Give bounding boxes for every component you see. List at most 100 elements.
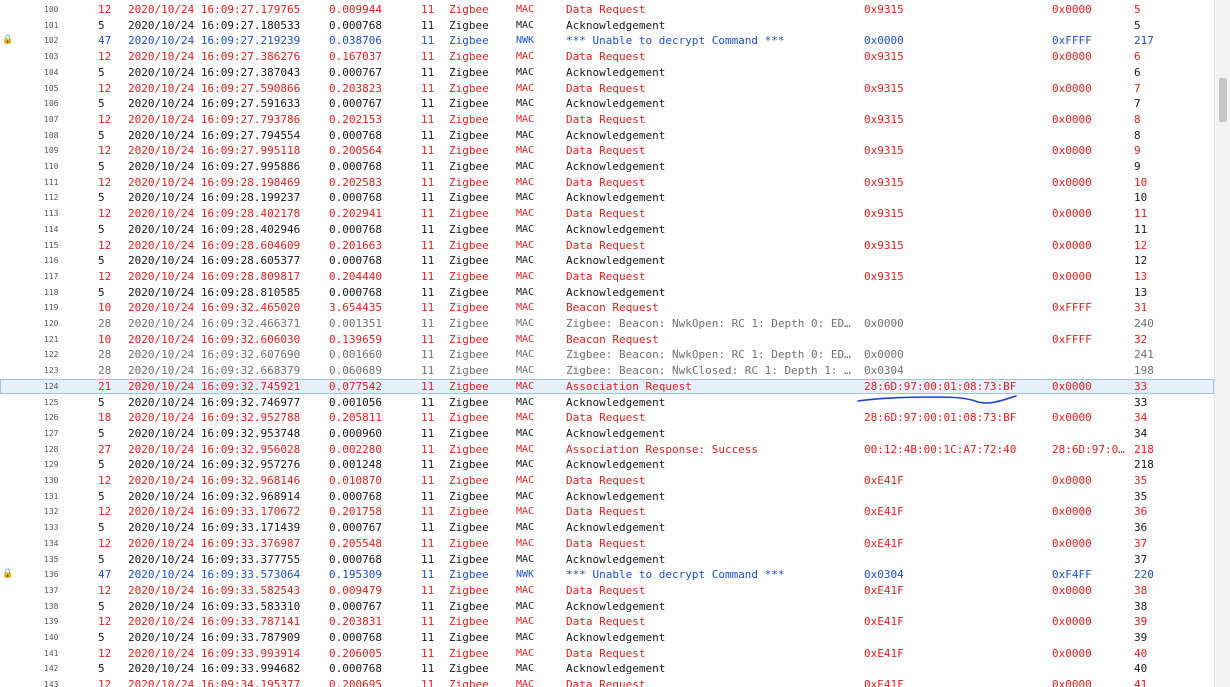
cell-seq: 241 [1134,348,1154,362]
cell-proto: Zigbee [449,458,489,472]
table-row[interactable]: 132 12 2020/10/24 16:09:33.170672 0.201758 1… [0,504,1214,520]
cell-idx: 116 [44,256,59,266]
table-row[interactable]: 103 12 2020/10/24 16:09:27.386276 0.167037 1… [0,49,1214,65]
cell-len: 5 [98,426,105,440]
cell-layer: MAC [516,396,535,408]
table-row[interactable]: 131 5 2020/10/24 16:09:32.968914 0.000768 11… [0,489,1214,505]
table-row[interactable]: 121 10 2020/10/24 16:09:32.606030 0.139659 1… [0,332,1214,348]
cell-idx: 114 [44,224,59,234]
cell-info: Acknowledgement [566,191,666,205]
table-row[interactable]: 137 12 2020/10/24 16:09:33.582543 0.009479 1… [0,583,1214,599]
cell-dst: 0xFFFF [1052,34,1092,48]
cell-src: 0x0000 [864,348,904,362]
cell-len: 5 [98,254,105,268]
table-row[interactable]: 🔒 102 47 2020/10/24 16:09:27.219239 0.038706… [0,33,1214,49]
cell-idx: 138 [44,601,59,611]
cell-time: 2020/10/24 16:09:27.219239 [128,34,301,48]
cell-dst: 0x0000 [1052,269,1092,283]
cell-proto: Zigbee [449,536,489,550]
table-row[interactable]: 108 5 2020/10/24 16:09:27.794554 0.000768 11… [0,128,1214,144]
vertical-scrollbar[interactable] [1214,0,1230,687]
table-row[interactable]: 119 10 2020/10/24 16:09:32.465020 3.654435 1… [0,300,1214,316]
cell-delta: 0.204440 [329,269,382,283]
cell-layer: MAC [516,333,535,345]
table-row[interactable]: 118 5 2020/10/24 16:09:28.810585 0.000768 11… [0,285,1214,301]
table-row[interactable]: 123 28 2020/10/24 16:09:32.668379 0.060689 1… [0,363,1214,379]
cell-info: Acknowledgement [566,521,666,535]
cell-time: 2020/10/24 16:09:27.179765 [128,3,301,16]
table-row[interactable]: 🔒 136 47 2020/10/24 16:09:33.573064 0.195309… [0,567,1214,583]
table-row[interactable]: 109 12 2020/10/24 16:09:27.995118 0.200564 1… [0,143,1214,159]
cell-proto: Zigbee [449,3,489,16]
table-row[interactable]: 125 5 2020/10/24 16:09:32.746977 0.001056 11… [0,395,1214,411]
table-row[interactable]: 129 5 2020/10/24 16:09:32.957276 0.001248 11… [0,457,1214,473]
table-row[interactable]: 116 5 2020/10/24 16:09:28.605377 0.000768 11… [0,253,1214,269]
cell-layer: NWK [516,35,535,47]
cell-seq: 8 [1134,128,1141,142]
table-row[interactable]: 143 12 2020/10/24 16:09:34.195377 0.200695 1… [0,677,1214,687]
table-row[interactable]: 104 5 2020/10/24 16:09:27.387043 0.000767 11… [0,65,1214,81]
cell-time: 2020/10/24 16:09:33.787141 [128,615,301,629]
table-row[interactable]: 141 12 2020/10/24 16:09:33.993914 0.206005 1… [0,646,1214,662]
cell-len: 47 [98,34,112,48]
cell-seq: 12 [1134,254,1148,268]
cell-len: 5 [98,395,105,409]
table-row[interactable]: 105 12 2020/10/24 16:09:27.590866 0.203823 1… [0,81,1214,97]
scrollbar-thumb[interactable] [1219,78,1227,122]
cell-idx: 129 [44,460,59,470]
cell-layer: MAC [516,318,535,329]
cell-info: Acknowledgement [566,489,666,503]
table-row[interactable]: 114 5 2020/10/24 16:09:28.402946 0.000768 11… [0,222,1214,238]
table-row[interactable]: 107 12 2020/10/24 16:09:27.793786 0.202153 1… [0,112,1214,128]
table-row[interactable]: 142 5 2020/10/24 16:09:33.994682 0.000768 11… [0,661,1214,677]
table-row[interactable]: 117 12 2020/10/24 16:09:28.809817 0.204440 1… [0,269,1214,285]
table-row-selected[interactable]: 124 21 2020/10/24 16:09:32.745921 0.077542 1… [0,378,1214,395]
cell-len: 12 [98,678,112,687]
table-row[interactable]: 112 5 2020/10/24 16:09:28.199237 0.000768 11… [0,190,1214,206]
packet-list[interactable]: 100 12 2020/10/24 16:09:27.179765 0.009944 1… [0,0,1214,687]
cell-dst: 0x0000 [1052,81,1092,95]
cell-info: Association Response: Success [566,442,759,456]
table-row[interactable]: 130 12 2020/10/24 16:09:32.968146 0.010870 1… [0,473,1214,489]
table-row[interactable]: 100 12 2020/10/24 16:09:27.179765 0.009944 1… [0,2,1214,18]
cell-len: 5 [98,662,105,676]
table-row[interactable]: 106 5 2020/10/24 16:09:27.591633 0.000767 11… [0,96,1214,112]
cell-time: 2020/10/24 16:09:32.968146 [128,474,301,487]
cell-delta: 0.201663 [329,238,382,252]
cell-proto: Zigbee [449,364,489,378]
cell-len: 18 [98,411,112,425]
cell-time: 2020/10/24 16:09:28.605377 [128,254,301,268]
cell-delta: 0.038706 [329,34,382,48]
cell-idx: 102 [44,36,59,46]
cell-src: 0x9315 [864,50,904,64]
table-row[interactable]: 139 12 2020/10/24 16:09:33.787141 0.203831 1… [0,614,1214,630]
table-row[interactable]: 115 12 2020/10/24 16:09:28.604609 0.201663 1… [0,238,1214,254]
cell-info: Data Request [566,411,646,425]
cell-layer: MAC [516,51,535,63]
cell-time: 2020/10/24 16:09:27.386276 [128,50,301,64]
cell-dst: 0x0000 [1052,646,1092,660]
cell-delta: 0.000768 [329,285,382,299]
table-row[interactable]: 111 12 2020/10/24 16:09:28.198469 0.202583 1… [0,175,1214,191]
table-row[interactable]: 101 5 2020/10/24 16:09:27.180533 0.000768 11… [0,18,1214,34]
cell-delta: 0.202941 [329,207,382,221]
table-row[interactable]: 113 12 2020/10/24 16:09:28.402178 0.202941 1… [0,206,1214,222]
table-row[interactable]: 140 5 2020/10/24 16:09:33.787909 0.000768 11… [0,630,1214,646]
cell-time: 2020/10/24 16:09:32.668379 [128,364,301,378]
cell-idx: 108 [44,130,59,140]
table-row[interactable]: 135 5 2020/10/24 16:09:33.377755 0.000768 11… [0,552,1214,568]
cell-proto: Zigbee [449,97,489,111]
table-row[interactable]: 126 18 2020/10/24 16:09:32.952788 0.205811 1… [0,410,1214,426]
table-row[interactable]: 138 5 2020/10/24 16:09:33.583310 0.000767 11… [0,599,1214,615]
table-row[interactable]: 134 12 2020/10/24 16:09:33.376987 0.205548 1… [0,536,1214,552]
table-row[interactable]: 127 5 2020/10/24 16:09:32.953748 0.000960 11… [0,426,1214,442]
table-row[interactable]: 128 27 2020/10/24 16:09:32.956028 0.002280 1… [0,442,1214,458]
table-row[interactable]: 120 28 2020/10/24 16:09:32.466371 0.001351 1… [0,316,1214,332]
cell-info: Data Request [566,615,646,629]
table-row[interactable]: 122 28 2020/10/24 16:09:32.607690 0.001660 1… [0,347,1214,363]
table-row[interactable]: 110 5 2020/10/24 16:09:27.995886 0.000768 11… [0,159,1214,175]
cell-info: *** Unable to decrypt Command *** [566,568,785,582]
table-row[interactable]: 133 5 2020/10/24 16:09:33.171439 0.000767 11… [0,520,1214,536]
cell-proto: Zigbee [449,442,489,456]
cell-ch: 11 [421,631,435,644]
